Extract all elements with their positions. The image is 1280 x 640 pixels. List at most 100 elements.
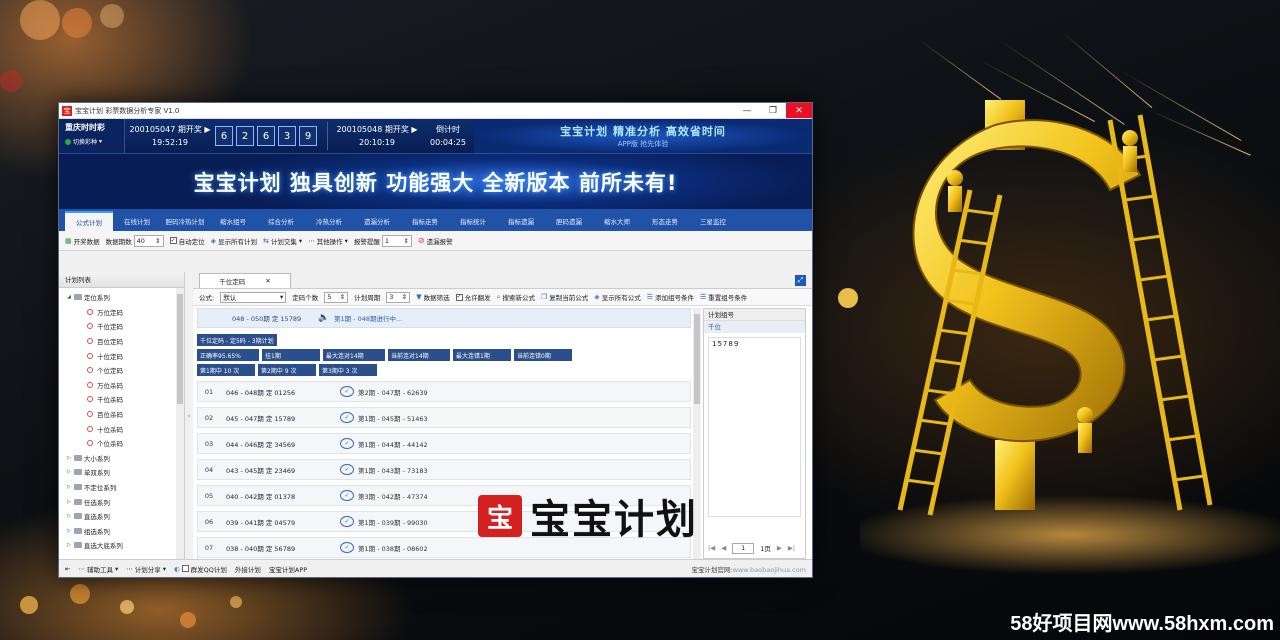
- tree-group[interactable]: ▷ 直选系列: [59, 509, 184, 524]
- tree-item[interactable]: 千位杀码: [59, 392, 184, 407]
- formula-label: 公式:: [199, 294, 215, 302]
- data-filter-button[interactable]: ▼ 数据筛选: [416, 292, 449, 302]
- row-range: 043 - 045期 定 23469: [226, 466, 296, 475]
- copy-icon: ❐: [541, 293, 548, 301]
- tab-three-star-monitor[interactable]: 三星监控: [689, 211, 737, 231]
- tab-hot-cold-analysis[interactable]: 冷热分析: [305, 211, 353, 231]
- collapse-panel-icon[interactable]: ⇤: [65, 565, 70, 573]
- app-link[interactable]: 宝宝计划APP: [269, 564, 307, 574]
- tab-indicator-missing[interactable]: 指标遗漏: [497, 211, 545, 231]
- tab-thousands-code[interactable]: 千位定码 ✕: [199, 273, 291, 288]
- tree-group[interactable]: ▷ 单双系列: [59, 465, 184, 480]
- plan-list-scrollbar[interactable]: [176, 288, 184, 559]
- history-row[interactable]: 01 046 - 048期 定 01256 ✓ 第2期 - 047期 - 626…: [197, 381, 691, 402]
- alert-stepper[interactable]: 1 ⇕: [381, 234, 412, 247]
- tree-item[interactable]: 万位杀码: [59, 378, 184, 393]
- check-circle-icon: ✓: [340, 542, 354, 553]
- prev-page-icon[interactable]: ◀: [721, 544, 726, 552]
- scrollbar-thumb[interactable]: [177, 294, 183, 404]
- cycle-stepper[interactable]: 3 ⇕: [386, 291, 411, 303]
- tab-formula-plan[interactable]: 公式计划: [65, 211, 113, 231]
- last-page-icon[interactable]: ▶|: [788, 544, 795, 552]
- tab-pattern-trend[interactable]: 形态走势: [641, 211, 689, 231]
- row-range: 046 - 048期 定 01256: [226, 388, 296, 397]
- plan-exchange-dropdown[interactable]: ⇆ 计划交集 ▾: [263, 236, 302, 246]
- tree-group[interactable]: ▷ 不定位系列: [59, 480, 184, 495]
- tree-item[interactable]: 个位定码: [59, 363, 184, 378]
- page-input[interactable]: 1: [732, 542, 755, 554]
- tree-group[interactable]: ▷ 直选大底系列: [59, 538, 184, 553]
- grid-icon: ▦: [65, 236, 72, 245]
- lottery-selector[interactable]: 重庆时时彩 切换彩种 ▾: [59, 119, 125, 153]
- other-ops-dropdown[interactable]: ⋯ 其他操作 ▾: [308, 236, 348, 246]
- data-periods-stepper[interactable]: 40 ⇕: [133, 234, 164, 247]
- stat-chip: 第1期中 10 次: [197, 364, 255, 376]
- bokeh-light: [62, 8, 92, 38]
- tree-group[interactable]: ▷ 大小系列: [59, 451, 184, 466]
- reset-condition-button[interactable]: ☰ 重置组号条件: [700, 292, 747, 302]
- list-reset-icon: ☰: [699, 293, 707, 301]
- tree-item[interactable]: 个位杀码: [59, 436, 184, 451]
- promo-banner-small[interactable]: 宝宝计划 精准分析 高效省时间 APP版 抢先体验: [474, 119, 812, 153]
- tab-hot-cold-plan[interactable]: 胆码冷热计划: [161, 211, 209, 231]
- row-range: 039 - 041期 定 04579: [226, 518, 296, 527]
- tree-item[interactable]: 千位定码: [59, 319, 184, 334]
- tab-missing-analysis[interactable]: 遗漏分析: [353, 211, 401, 231]
- plan-numbers-text[interactable]: 15789: [708, 337, 801, 517]
- tree-item[interactable]: 十位杀码: [59, 421, 184, 436]
- tree-group[interactable]: ▷ 组选系列: [59, 524, 184, 539]
- last-draw-info: 200105047 期开奖 ▶ 19:52:19: [125, 123, 215, 149]
- tab-overall-analysis[interactable]: 综合分析: [257, 211, 305, 231]
- tree-group[interactable]: ◢ 定位系列: [59, 290, 184, 305]
- row-index: 03: [204, 439, 214, 448]
- history-row[interactable]: 02 045 - 047期 定 15789 ✓ 第1期 - 045期 - 514…: [197, 407, 691, 428]
- lottery-data-button[interactable]: ▦ 开奖数据: [65, 236, 100, 246]
- tab-code-missing[interactable]: 胆码遗漏: [545, 211, 593, 231]
- tree-item[interactable]: 万位定码: [59, 305, 184, 320]
- folder-icon: [73, 294, 82, 301]
- row-index: 07: [204, 543, 214, 552]
- tree-group[interactable]: ▷ 任选系列: [59, 494, 184, 509]
- allow-double-checkbox[interactable]: ✓ 允许翻发: [455, 292, 491, 302]
- add-condition-button[interactable]: ☰ 添加组号条件: [647, 292, 694, 302]
- tab-indicator-trend[interactable]: 指标走势: [401, 211, 449, 231]
- auto-position-label: 自动定位: [178, 237, 205, 246]
- copy-formula-button[interactable]: ❐ 复制当前公式: [541, 292, 588, 302]
- minimize-button[interactable]: —: [734, 103, 760, 118]
- external-plan-button[interactable]: 外接计划: [235, 564, 261, 574]
- tab-shrink-group[interactable]: 缩水组号: [209, 211, 257, 231]
- group-qq-checkbox[interactable]: ◐ 群发QQ计划: [174, 564, 227, 574]
- bokeh-light: [20, 0, 60, 40]
- search-formula-button[interactable]: ⌕ 搜索新公式: [497, 292, 535, 303]
- restore-button[interactable]: ❐: [760, 103, 786, 118]
- switch-lottery-button[interactable]: 切换彩种 ▾: [65, 137, 118, 146]
- close-button[interactable]: ✕: [786, 103, 812, 118]
- history-row[interactable]: 04 043 - 045期 定 23469 ✓ 第1期 - 043期 - 731…: [197, 459, 691, 480]
- plan-share-dropdown[interactable]: ⋯ 计划分享 ▾: [126, 564, 166, 574]
- tree-item[interactable]: 十位定码: [59, 348, 184, 363]
- next-page-icon[interactable]: ▶: [777, 544, 782, 552]
- tab-indicator-stats[interactable]: 指标统计: [449, 211, 497, 231]
- plan-circle-icon: [87, 338, 93, 345]
- history-row[interactable]: 03 044 - 046期 定 34569 ✓ 第1期 - 044期 - 441…: [197, 433, 691, 454]
- aux-tools-dropdown[interactable]: ⋯ 辅助工具 ▾: [78, 564, 118, 574]
- auto-position-checkbox[interactable]: ✓ 自动定位: [169, 236, 205, 246]
- bokeh-light: [100, 4, 124, 28]
- formula-select[interactable]: 默认 ▾: [220, 291, 287, 303]
- row-index: 04: [204, 465, 214, 474]
- miss-alert-button[interactable]: ⊘ 遗漏报警: [418, 236, 453, 246]
- tree-item[interactable]: 百位杀码: [59, 407, 184, 422]
- panel-splitter[interactable]: ‹: [185, 272, 193, 559]
- show-formulas-button[interactable]: ◈ 显示所有公式: [594, 292, 640, 302]
- tree-item[interactable]: 百位定码: [59, 334, 184, 349]
- tab-online-plan[interactable]: 在线计划: [113, 211, 161, 231]
- tab-shrink-master[interactable]: 缩水大师: [593, 211, 641, 231]
- scrollbar-thumb[interactable]: [694, 314, 700, 404]
- current-plan-row[interactable]: 048 - 050期 定 15789 🔈 第1期 - 048期进行中...: [197, 308, 691, 328]
- code-count-stepper[interactable]: 5 ⇕: [324, 291, 349, 303]
- official-site-link[interactable]: 宝宝计划官网:www.baobaojihua.com: [691, 564, 806, 574]
- close-icon[interactable]: ✕: [265, 277, 270, 285]
- show-all-plans-button[interactable]: ◈ 显示所有计划: [211, 236, 257, 246]
- first-page-icon[interactable]: |◀: [708, 544, 715, 552]
- expand-icon[interactable]: ⤢: [795, 275, 806, 286]
